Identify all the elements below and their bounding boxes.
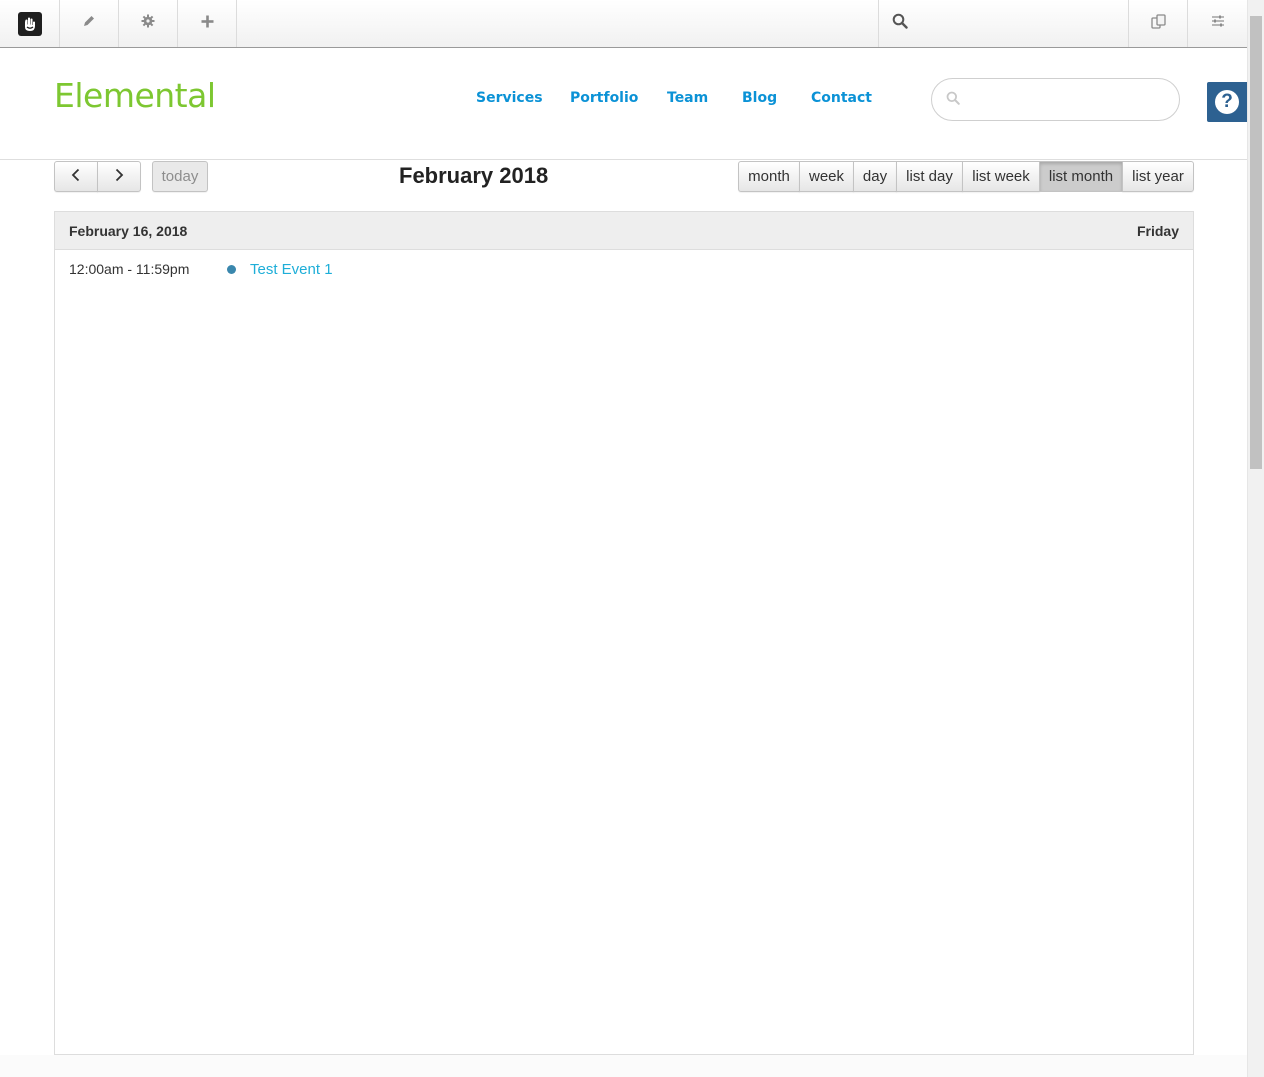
nav-link-team[interactable]: Team	[667, 90, 708, 106]
event-time: 12:00am - 11:59pm	[69, 261, 190, 277]
nav-link-blog[interactable]: Blog	[742, 90, 777, 106]
page-scrollbar[interactable]	[1247, 0, 1264, 1077]
calendar-list-view: February 16, 2018 Friday 12:00am - 11:59…	[54, 211, 1194, 1055]
view-list-month-button[interactable]: list month	[1039, 161, 1123, 192]
event-title-link[interactable]: Test Event 1	[250, 261, 333, 278]
site-header: Elemental Services Portfolio Team Blog C…	[0, 48, 1247, 160]
list-day-heading: February 16, 2018 Friday	[55, 212, 1193, 250]
prev-month-button[interactable]	[54, 161, 98, 192]
site-search-box	[931, 78, 1180, 121]
view-list-week-button[interactable]: list week	[962, 161, 1040, 192]
sitemap-button[interactable]	[1128, 0, 1188, 47]
toolbar-search-button[interactable]	[878, 0, 920, 47]
next-month-button[interactable]	[97, 161, 141, 192]
edit-mode-button[interactable]	[60, 0, 119, 47]
page-settings-button[interactable]	[119, 0, 178, 47]
view-day-button[interactable]: day	[853, 161, 897, 192]
concrete5-logo-icon	[17, 11, 42, 36]
question-mark-icon: ?	[1215, 90, 1239, 114]
nav-link-contact[interactable]: Contact	[811, 90, 872, 106]
site-brand-logo[interactable]: Elemental	[54, 76, 216, 115]
help-button[interactable]: ?	[1207, 82, 1247, 122]
view-list-day-button[interactable]: list day	[896, 161, 963, 192]
gear-icon	[141, 14, 155, 33]
site-search-input[interactable]	[970, 87, 1165, 113]
search-icon	[946, 91, 960, 110]
sliders-icon	[1211, 14, 1225, 33]
pencil-icon	[82, 14, 96, 33]
event-dot-icon	[227, 265, 236, 274]
view-week-button[interactable]: week	[799, 161, 854, 192]
plus-icon	[201, 15, 214, 33]
calendar-title: February 2018	[399, 163, 549, 188]
cms-logo-button[interactable]	[0, 0, 60, 47]
add-content-button[interactable]	[178, 0, 237, 47]
list-day-date[interactable]: February 16, 2018	[69, 223, 187, 239]
dashboard-button[interactable]	[1188, 0, 1247, 47]
chevron-left-icon	[71, 168, 81, 186]
cms-toolbar	[0, 0, 1247, 48]
page-bottom-strip	[0, 1055, 1247, 1077]
chevron-right-icon	[114, 168, 124, 186]
toolbar-search-input[interactable]	[920, 0, 1125, 47]
calendar-toolbar: today February 2018 month week day list …	[54, 160, 1194, 192]
today-button[interactable]: today	[152, 161, 208, 192]
intelligent-search-icon	[1150, 13, 1166, 34]
view-list-year-button[interactable]: list year	[1122, 161, 1194, 192]
nav-link-portfolio[interactable]: Portfolio	[570, 90, 638, 106]
search-icon	[892, 13, 908, 34]
list-day-weekday[interactable]: Friday	[1137, 223, 1179, 239]
scrollbar-thumb[interactable]	[1250, 16, 1262, 469]
nav-link-services[interactable]: Services	[476, 90, 543, 106]
view-month-button[interactable]: month	[738, 161, 800, 192]
list-event-row[interactable]: 12:00am - 11:59pm Test Event 1	[55, 250, 1193, 288]
